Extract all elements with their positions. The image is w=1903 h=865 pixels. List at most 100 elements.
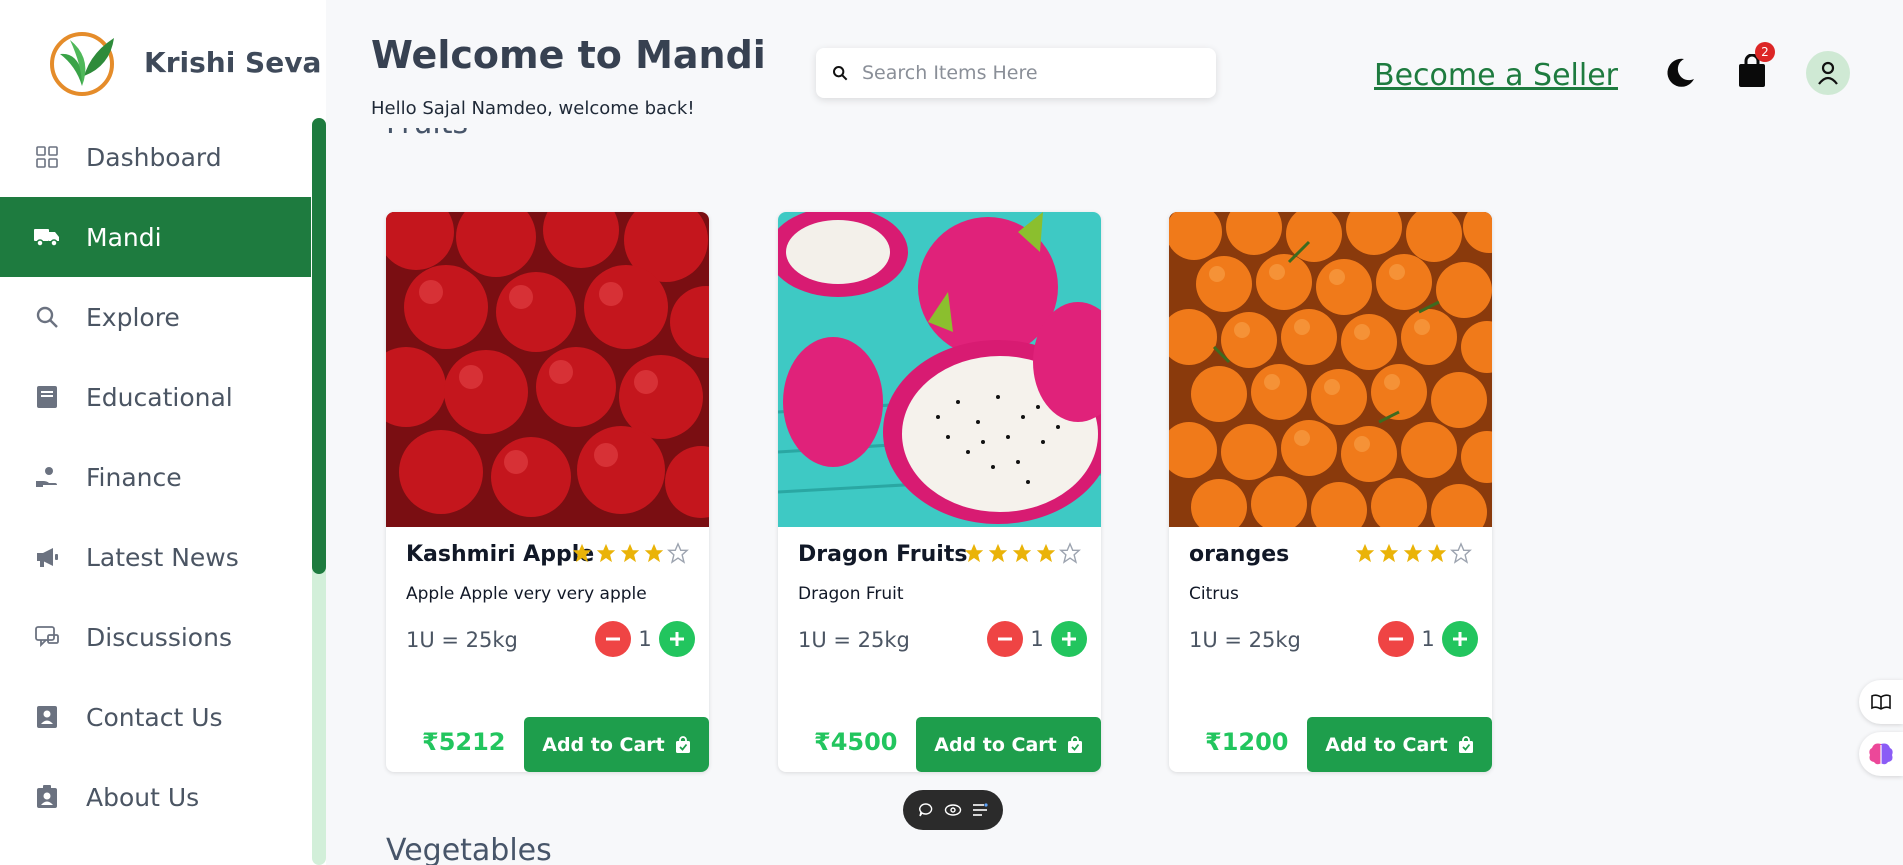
sidebar-item-label: Educational — [86, 382, 233, 412]
product-unit: 1U = 25kg — [798, 628, 910, 652]
product-unit: 1U = 25kg — [1189, 628, 1301, 652]
settings-list-icon[interactable] — [972, 803, 988, 817]
minus-icon — [606, 637, 620, 641]
quantity-stepper: 1 — [987, 621, 1087, 657]
decrease-quantity-button[interactable] — [987, 621, 1023, 657]
bag-check-icon — [1458, 735, 1473, 753]
sidebar-item-label: Discussions — [86, 622, 232, 652]
dark-mode-toggle-icon[interactable] — [1662, 55, 1698, 91]
bag-check-icon — [675, 735, 690, 753]
section-heading-vegetables: Vegetables — [386, 833, 552, 865]
sidebar-item-label: Contact Us — [86, 702, 223, 732]
quantity-stepper: 1 — [595, 621, 695, 657]
sidebar-item-explore[interactable]: Explore — [0, 277, 311, 357]
sidebar-item-label: Mandi — [86, 222, 162, 252]
id-badge-icon — [34, 784, 60, 810]
increase-quantity-button[interactable] — [1051, 621, 1087, 657]
add-to-cart-button[interactable]: Add to Cart — [1307, 717, 1492, 772]
sidebar-item-educational[interactable]: Educational — [0, 357, 311, 437]
star-filled-icon — [988, 543, 1008, 563]
sidebar-item-mandi[interactable]: Mandi — [0, 197, 311, 277]
search-bar[interactable] — [816, 48, 1216, 98]
sidebar-item-label: Finance — [86, 462, 182, 492]
product-card: Kashmiri Apple Apple Apple very very app… — [386, 212, 709, 772]
product-unit: 1U = 25kg — [406, 628, 518, 652]
brand-name: Krishi Seva — [144, 45, 322, 79]
add-to-cart-label: Add to Cart — [934, 733, 1057, 756]
product-rating — [963, 542, 1081, 564]
plus-icon — [1453, 632, 1467, 646]
section-heading-fruits: Fruits — [386, 128, 468, 156]
leaf-logo-icon — [50, 32, 114, 96]
page-title: Welcome to Mandi — [371, 33, 766, 77]
ai-brain-side-tab[interactable] — [1859, 732, 1903, 776]
star-filled-icon — [1403, 543, 1423, 563]
user-icon — [1818, 61, 1838, 85]
product-price: ₹4500 — [814, 728, 898, 756]
decrease-quantity-button[interactable] — [595, 621, 631, 657]
product-description: Dragon Fruit — [798, 584, 904, 604]
user-avatar[interactable] — [1806, 51, 1850, 95]
add-to-cart-label: Add to Cart — [542, 733, 665, 756]
product-price: ₹1200 — [1205, 728, 1289, 756]
search-icon — [34, 304, 60, 330]
sidebar-nav: Dashboard Mandi Explore Educational Fina… — [0, 117, 311, 837]
become-seller-link[interactable]: Become a Seller — [1374, 58, 1618, 93]
star-filled-icon — [964, 543, 984, 563]
add-to-cart-button[interactable]: Add to Cart — [524, 717, 709, 772]
quantity-value: 1 — [1421, 627, 1435, 651]
book-icon — [34, 384, 60, 410]
search-input[interactable] — [862, 62, 1202, 84]
reader-side-tab[interactable] — [1859, 680, 1903, 724]
sidebar-scrollbar-thumb[interactable] — [312, 118, 326, 574]
increase-quantity-button[interactable] — [1442, 621, 1478, 657]
sidebar-item-discussions[interactable]: Discussions — [0, 597, 311, 677]
sidebar-item-label: Latest News — [86, 542, 239, 572]
star-filled-icon — [1355, 543, 1375, 563]
product-price: ₹5212 — [422, 728, 506, 756]
minus-icon — [998, 637, 1012, 641]
product-description: Apple Apple very very apple — [406, 584, 647, 604]
product-name: Kashmiri Apple — [406, 542, 595, 567]
star-filled-icon — [1427, 543, 1447, 563]
star-empty-icon — [667, 542, 689, 564]
product-rating — [1354, 542, 1472, 564]
product-description: Citrus — [1189, 584, 1239, 604]
quantity-value: 1 — [638, 627, 652, 651]
eye-icon[interactable] — [944, 803, 962, 817]
brand[interactable]: Krishi Seva — [46, 26, 321, 98]
sidebar-item-contact-us[interactable]: Contact Us — [0, 677, 311, 757]
sidebar-item-label: Explore — [86, 302, 180, 332]
sidebar-item-latest-news[interactable]: Latest News — [0, 517, 311, 597]
contact-book-icon — [34, 704, 60, 730]
truck-icon — [34, 224, 60, 250]
welcome-message: Hello Sajal Namdeo, welcome back! — [371, 98, 695, 119]
product-card: Dragon Fruits Dragon Fruit 1U = 25kg 1 ₹… — [778, 212, 1101, 772]
hand-coin-icon — [34, 464, 60, 490]
star-filled-icon — [1379, 543, 1399, 563]
increase-quantity-button[interactable] — [659, 621, 695, 657]
product-name: Dragon Fruits — [798, 542, 968, 567]
quantity-stepper: 1 — [1378, 621, 1478, 657]
product-card: oranges Citrus 1U = 25kg 1 ₹1200 Add to … — [1169, 212, 1492, 772]
search-icon — [833, 66, 848, 81]
product-rating — [571, 542, 689, 564]
comment-icon[interactable] — [918, 802, 934, 818]
star-filled-icon — [1036, 543, 1056, 563]
add-to-cart-button[interactable]: Add to Cart — [916, 717, 1101, 772]
brain-icon — [1869, 743, 1893, 765]
product-image-dragon-fruit — [778, 212, 1101, 527]
sidebar-item-label: Dashboard — [86, 142, 222, 172]
sidebar-item-about-us[interactable]: About Us — [0, 757, 311, 837]
decrease-quantity-button[interactable] — [1378, 621, 1414, 657]
add-to-cart-label: Add to Cart — [1325, 733, 1448, 756]
star-filled-icon — [1012, 543, 1032, 563]
star-filled-icon — [596, 543, 616, 563]
sidebar: Krishi Seva Dashboard Mandi Explore Educ… — [0, 0, 326, 865]
sidebar-item-finance[interactable]: Finance — [0, 437, 311, 517]
sidebar-item-dashboard[interactable]: Dashboard — [0, 117, 311, 197]
product-name: oranges — [1189, 542, 1290, 567]
star-filled-icon — [572, 543, 592, 563]
quantity-value: 1 — [1030, 627, 1044, 651]
star-empty-icon — [1450, 542, 1472, 564]
